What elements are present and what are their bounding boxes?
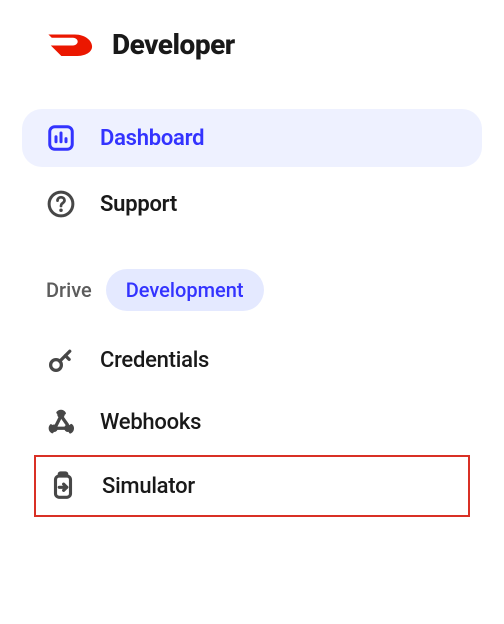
section-header: Drive Development <box>46 269 482 311</box>
sidebar-item-label: Webhooks <box>100 410 201 435</box>
nav-item-dashboard[interactable]: Dashboard <box>22 109 482 167</box>
primary-nav: Dashboard Support <box>22 109 482 233</box>
sidebar-item-credentials[interactable]: Credentials <box>22 329 482 391</box>
brand-logo-icon <box>46 31 94 59</box>
webhook-icon <box>46 407 76 437</box>
sidebar-item-label: Credentials <box>100 348 209 373</box>
section-label: Drive <box>46 278 92 302</box>
sidebar-item-label: Simulator <box>102 474 195 499</box>
header: Developer <box>46 28 482 61</box>
sidebar-item-webhooks[interactable]: Webhooks <box>22 391 482 453</box>
key-icon <box>46 345 76 375</box>
sidebar-item-simulator[interactable]: Simulator <box>34 455 470 517</box>
environment-pill[interactable]: Development <box>106 269 264 311</box>
nav-item-support[interactable]: Support <box>22 175 482 233</box>
support-icon <box>46 189 76 219</box>
simulator-icon <box>48 471 78 501</box>
nav-label: Dashboard <box>100 126 204 151</box>
nav-label: Support <box>100 192 177 217</box>
header-title: Developer <box>112 28 235 61</box>
dashboard-icon <box>46 123 76 153</box>
